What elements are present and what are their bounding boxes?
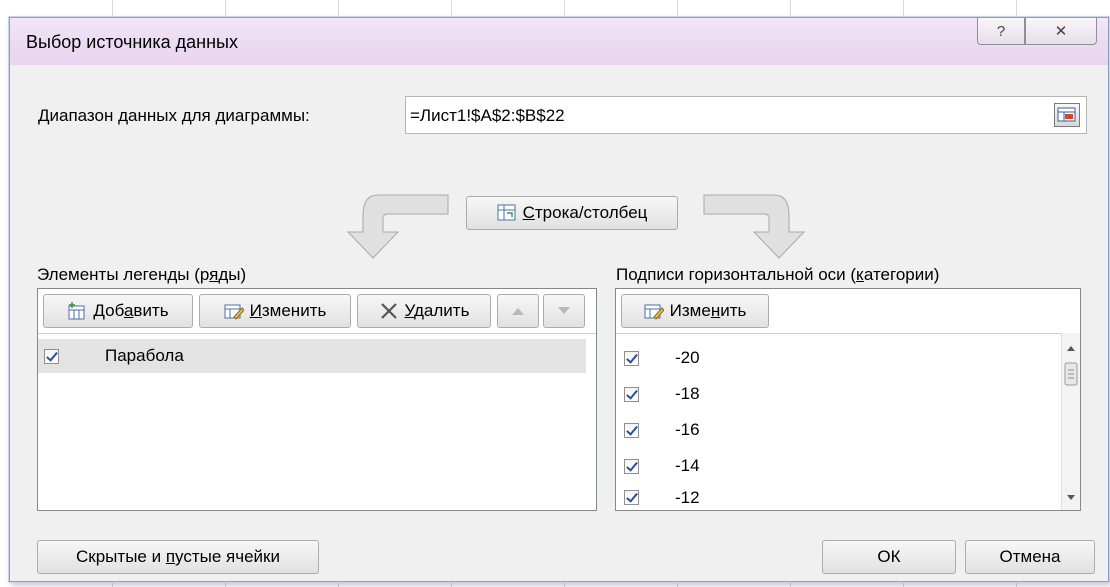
move-up-button[interactable] [497, 294, 539, 328]
range-picker-icon [1057, 107, 1076, 122]
edit-series-button[interactable]: Изменить [199, 294, 351, 328]
left-curved-arrow-icon [346, 194, 449, 259]
category-value: -16 [675, 420, 700, 439]
arrow-up-icon [512, 308, 524, 315]
arrow-down-icon [558, 307, 570, 314]
add-series-label: Добавить [93, 301, 169, 320]
category-value: -14 [675, 456, 700, 475]
list-item[interactable]: -12 [616, 485, 700, 510]
switch-row-column-button[interactable]: Строка/столбец [466, 196, 678, 230]
legend-entries-panel: Добавить Изменить Удалить Парабола [37, 288, 597, 511]
collapse-dialog-button[interactable] [1054, 103, 1080, 127]
switch-row-column-icon [497, 204, 516, 221]
list-item[interactable]: -14 [616, 449, 700, 483]
chart-data-range-label: Диапазон данных для диаграммы: [38, 106, 310, 125]
help-icon: ? [996, 22, 1006, 40]
switch-row-column-label: Строка/столбец [522, 203, 648, 222]
edit-axis-labels-button[interactable]: Изменить [621, 294, 769, 328]
remove-series-label: Удалить [404, 301, 470, 320]
add-series-button[interactable]: Добавить [43, 294, 193, 328]
ok-button[interactable]: ОК [822, 540, 956, 574]
help-button[interactable]: ? [977, 18, 1025, 45]
dialog-body: Диапазон данных для диаграммы: =Лист1!$A… [18, 65, 1100, 574]
series-name: Парабола [105, 346, 184, 365]
close-icon: ✕ [1054, 23, 1068, 40]
axis-list-scrollbar[interactable] [1061, 333, 1080, 510]
series-checkbox[interactable] [44, 348, 59, 364]
axis-labels-label: Подписи горизонтальной оси (категории) [616, 265, 940, 284]
category-checkbox[interactable] [624, 386, 639, 402]
edit-axis-icon [644, 304, 664, 320]
category-checkbox[interactable] [624, 350, 639, 366]
move-down-button[interactable] [543, 294, 585, 328]
list-item[interactable]: -16 [616, 413, 700, 447]
scrollbar-arrows-icon [1064, 346, 1078, 500]
add-series-icon [68, 302, 85, 320]
category-value: -12 [675, 487, 700, 507]
chart-data-range-input[interactable]: =Лист1!$A$2:$B$22 [405, 96, 1087, 134]
close-button[interactable]: ✕ [1025, 18, 1097, 45]
cancel-label: Отмена [999, 547, 1061, 566]
edit-series-icon [224, 304, 244, 320]
hidden-empty-cells-button[interactable]: Скрытые и пустые ячейки [37, 540, 319, 574]
edit-axis-labels-label: Изменить [669, 301, 747, 320]
list-item[interactable]: -20 [616, 341, 700, 375]
list-item[interactable]: -18 [616, 377, 700, 411]
delete-icon [380, 303, 397, 319]
edit-series-label: Изменить [249, 301, 327, 320]
category-checkbox[interactable] [624, 458, 639, 474]
axis-toolbar: Изменить [616, 289, 1080, 334]
category-checkbox[interactable] [624, 422, 639, 438]
select-data-source-dialog: Выбор источника данных ? ✕ Диапазон данн… [9, 17, 1109, 582]
title-bar: Выбор источника данных ? ✕ [10, 18, 1108, 65]
list-item[interactable]: Парабола [38, 339, 586, 373]
category-value: -18 [675, 384, 700, 403]
remove-series-button[interactable]: Удалить [357, 294, 491, 328]
dialog-title: Выбор источника данных [26, 32, 238, 52]
ok-label: ОК [877, 547, 901, 566]
right-curved-arrow-icon [703, 194, 806, 259]
cancel-button[interactable]: Отмена [965, 540, 1095, 574]
axis-labels-panel: Изменить -20 -18 -16 -14 -12 [615, 288, 1081, 511]
legend-toolbar: Добавить Изменить Удалить [38, 289, 596, 334]
chart-data-range-value: =Лист1!$A$2:$B$22 [410, 106, 565, 125]
legend-entries-label: Элементы легенды (ряды) [37, 265, 247, 284]
hidden-empty-cells-label: Скрытые и пустые ячейки [76, 547, 280, 566]
category-value: -20 [675, 348, 700, 367]
category-checkbox[interactable] [624, 490, 639, 505]
